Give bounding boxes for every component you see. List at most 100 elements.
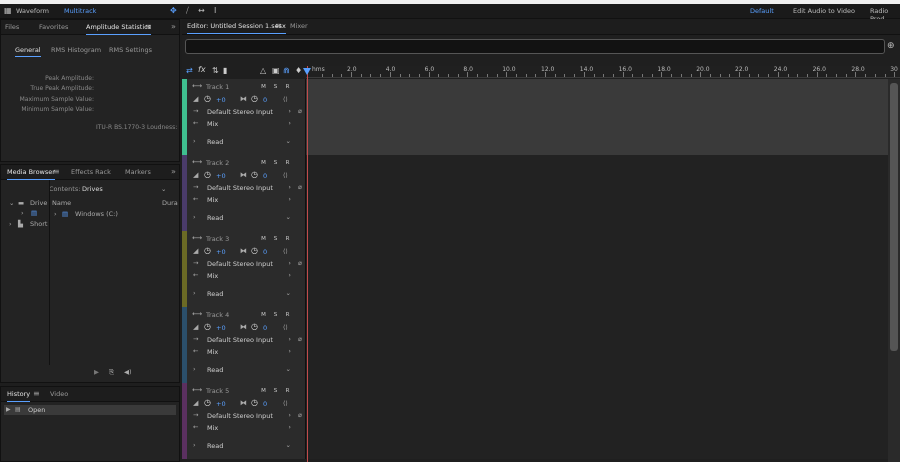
- pan-value[interactable]: 0: [263, 324, 267, 332]
- drag-handle-icon[interactable]: ⟷: [192, 310, 202, 318]
- mute-input-icon[interactable]: ⌀: [298, 183, 302, 191]
- track-name[interactable]: Track 4: [206, 311, 229, 319]
- chevron-right-icon[interactable]: ›: [54, 210, 57, 218]
- volume-value[interactable]: +0: [216, 96, 226, 104]
- grid-icon[interactable]: ▦: [4, 6, 12, 15]
- tab-favorites[interactable]: Favorites: [39, 23, 68, 31]
- record-button[interactable]: R: [283, 235, 292, 244]
- sends-icon[interactable]: ⇅: [212, 66, 219, 75]
- pan-knob[interactable]: ◷: [251, 398, 258, 407]
- history-item[interactable]: ▶ ▤ Open: [4, 405, 176, 415]
- panel-menu-icon[interactable]: ≡: [275, 21, 282, 30]
- track-header[interactable]: ⟷ Track 1 M S R ◢ ◷ +0 ⧓ ◷ 0 ⟨⟩ → Defaul…: [182, 79, 306, 155]
- column-name-header[interactable]: Name: [52, 199, 71, 207]
- chevron-down-icon[interactable]: ⌄: [161, 185, 166, 193]
- workspace-edit-audio-video[interactable]: Edit Audio to Video: [793, 7, 855, 15]
- chevron-right-icon[interactable]: ›: [21, 209, 24, 217]
- fx-icon[interactable]: fx: [198, 65, 206, 74]
- tab-mixer[interactable]: Mixer: [290, 22, 308, 30]
- scrollbar-thumb[interactable]: [890, 83, 898, 351]
- tab-video[interactable]: Video: [50, 390, 68, 398]
- mute-button[interactable]: M: [259, 83, 268, 92]
- snap-icon[interactable]: ⋒: [283, 66, 290, 75]
- volume-value[interactable]: +0: [216, 400, 226, 408]
- editor-search-field[interactable]: [185, 39, 885, 54]
- tab-history[interactable]: History: [7, 390, 31, 402]
- eq-icon[interactable]: ▮: [223, 66, 227, 75]
- playhead[interactable]: [307, 66, 308, 462]
- tree-item-shortcuts[interactable]: Short: [30, 220, 47, 228]
- record-button[interactable]: R: [283, 159, 292, 168]
- track-header[interactable]: ⟷ Track 4 M S R ◢ ◷ +0 ⧓ ◷ 0 ⟨⟩ → Defaul…: [182, 307, 306, 383]
- chevron-right-icon[interactable]: ›: [9, 220, 12, 228]
- solo-button[interactable]: S: [271, 387, 280, 396]
- expand-icon[interactable]: »: [171, 167, 176, 176]
- link-icon[interactable]: ⟨⟩: [283, 96, 288, 103]
- solo-button[interactable]: S: [271, 235, 280, 244]
- track-header[interactable]: ⟷ Track 2 M S R ◢ ◷ +0 ⧓ ◷ 0 ⟨⟩ → Defaul…: [182, 155, 306, 231]
- output-selector[interactable]: ← Mix ›: [191, 271, 303, 281]
- link-icon[interactable]: ⟨⟩: [283, 172, 288, 179]
- sync-icon[interactable]: ⇄: [186, 66, 193, 75]
- record-button[interactable]: R: [283, 311, 292, 320]
- track-lane[interactable]: [306, 155, 900, 231]
- record-button[interactable]: R: [283, 387, 292, 396]
- solo-button[interactable]: S: [271, 159, 280, 168]
- volume-knob[interactable]: ◷: [204, 94, 211, 103]
- pan-value[interactable]: 0: [263, 96, 267, 104]
- output-selector[interactable]: ← Mix ›: [191, 347, 303, 357]
- pan-knob[interactable]: ◷: [251, 322, 258, 331]
- tree-item-drive[interactable]: Drive: [30, 199, 47, 207]
- tab-markers[interactable]: Markers: [125, 168, 151, 176]
- column-duration-header[interactable]: Dura: [162, 199, 178, 207]
- track-lane[interactable]: [306, 383, 900, 459]
- move-tool-icon[interactable]: ✥: [170, 6, 177, 15]
- automation-mode-dropdown[interactable]: › Read ⌄: [191, 365, 303, 375]
- track-lane[interactable]: [306, 79, 900, 155]
- record-button[interactable]: R: [283, 83, 292, 92]
- mute-button[interactable]: M: [259, 311, 268, 320]
- speaker-icon[interactable]: ◀): [124, 368, 132, 376]
- automation-mode-dropdown[interactable]: › Read ⌄: [191, 137, 303, 147]
- output-selector[interactable]: ← Mix ›: [191, 119, 303, 129]
- track-name[interactable]: Track 1: [206, 83, 229, 91]
- link-icon[interactable]: ⟨⟩: [283, 400, 288, 407]
- insert-icon[interactable]: ⎘: [109, 368, 114, 377]
- automation-mode-dropdown[interactable]: › Read ⌄: [191, 441, 303, 451]
- output-selector[interactable]: ← Mix ›: [191, 423, 303, 433]
- pan-value[interactable]: 0: [263, 400, 267, 408]
- volume-value[interactable]: +0: [216, 324, 226, 332]
- mute-button[interactable]: M: [259, 235, 268, 244]
- solo-button[interactable]: S: [271, 311, 280, 320]
- waveform-view-button[interactable]: Waveform: [16, 7, 49, 15]
- pan-knob[interactable]: ◷: [251, 170, 258, 179]
- tab-effects-rack[interactable]: Effects Rack: [71, 168, 111, 176]
- track-name[interactable]: Track 5: [206, 387, 229, 395]
- input-selector[interactable]: → Default Stereo Input › ⌀: [191, 335, 303, 345]
- volume-knob[interactable]: ◷: [204, 398, 211, 407]
- input-selector[interactable]: → Default Stereo Input › ⌀: [191, 411, 303, 421]
- solo-button[interactable]: S: [271, 83, 280, 92]
- drag-handle-icon[interactable]: ⟷: [192, 82, 202, 90]
- subtab-general[interactable]: General: [15, 46, 41, 57]
- mute-button[interactable]: M: [259, 387, 268, 396]
- output-selector[interactable]: ← Mix ›: [191, 195, 303, 205]
- multitrack-view-button[interactable]: Multitrack: [64, 7, 96, 15]
- track-lane[interactable]: [306, 231, 900, 307]
- vertical-scrollbar[interactable]: [888, 79, 900, 462]
- play-icon[interactable]: ▶: [94, 368, 99, 376]
- mute-input-icon[interactable]: ⌀: [298, 259, 302, 267]
- lock-icon[interactable]: ▣: [272, 66, 280, 75]
- tab-amplitude-statistics[interactable]: Amplitude Statistics: [86, 23, 152, 35]
- panel-menu-icon[interactable]: ≡: [145, 22, 152, 31]
- automation-mode-dropdown[interactable]: › Read ⌄: [191, 213, 303, 223]
- pan-knob[interactable]: ◷: [251, 94, 258, 103]
- pan-knob[interactable]: ◷: [251, 246, 258, 255]
- track-name[interactable]: Track 3: [206, 235, 229, 243]
- pan-value[interactable]: 0: [263, 172, 267, 180]
- mute-button[interactable]: M: [259, 159, 268, 168]
- input-selector[interactable]: → Default Stereo Input › ⌀: [191, 259, 303, 269]
- razor-tool-icon[interactable]: ⧸: [186, 6, 189, 16]
- playhead-handle[interactable]: [303, 68, 311, 75]
- slip-tool-icon[interactable]: ↔: [198, 6, 205, 15]
